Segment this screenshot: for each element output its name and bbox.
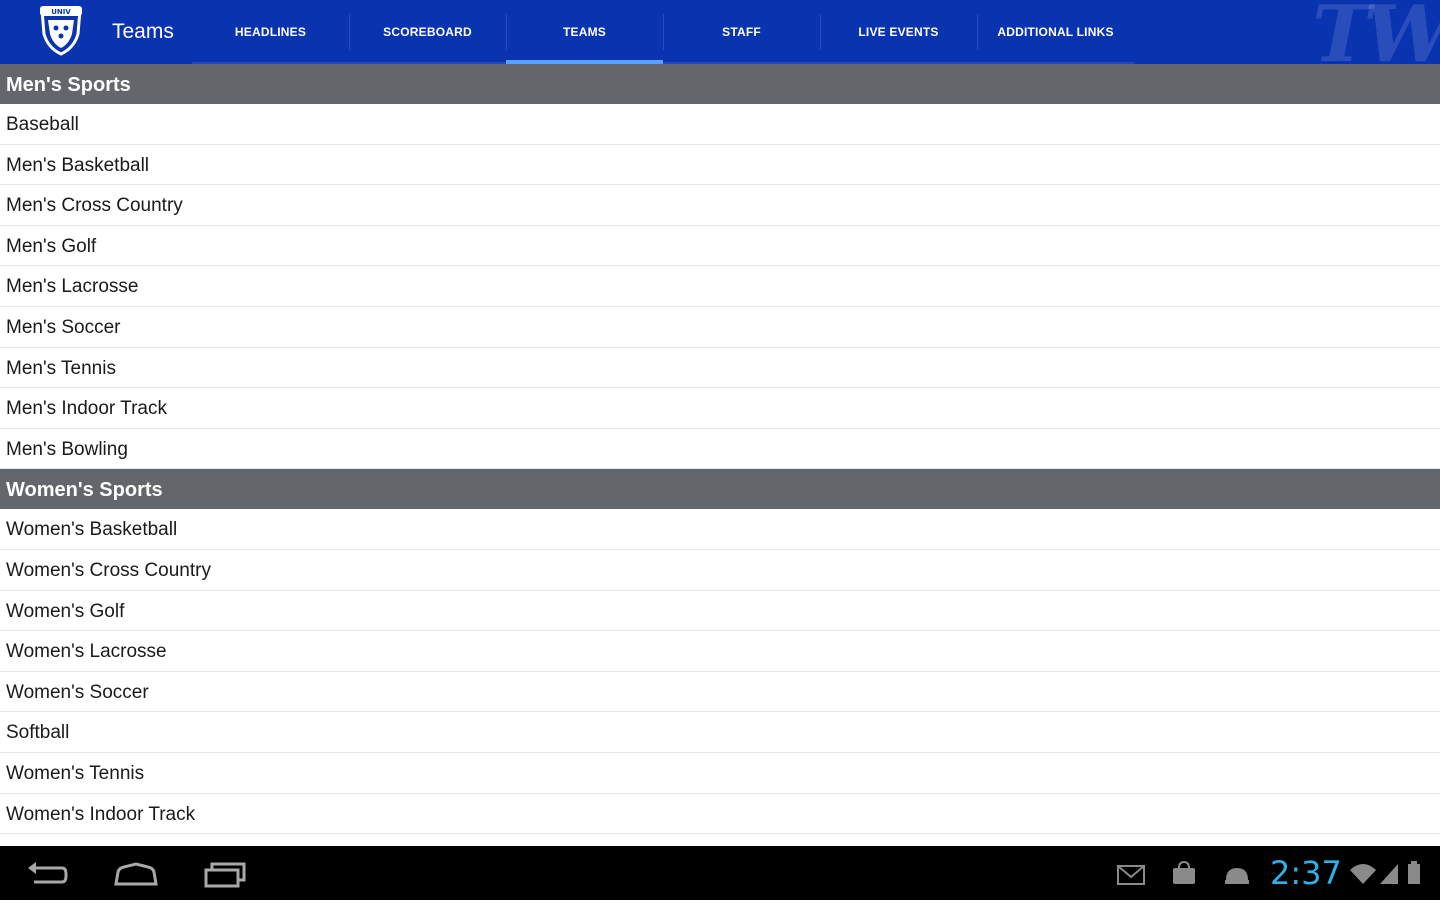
system-navigation-bar: 2:37 bbox=[0, 846, 1440, 900]
tab-additional-links[interactable]: ADDITIONAL LINKS bbox=[977, 0, 1134, 64]
android-notification-icon bbox=[1222, 846, 1252, 900]
list-item[interactable]: Women's Lacrosse bbox=[0, 631, 1440, 672]
list-item[interactable]: Men's Lacrosse bbox=[0, 266, 1440, 307]
list-item[interactable]: Men's Cross Country bbox=[0, 185, 1440, 226]
tab-label: STAFF bbox=[722, 25, 761, 39]
svg-text:UNIV: UNIV bbox=[51, 8, 71, 16]
tab-live-events[interactable]: LIVE EVENTS bbox=[820, 0, 977, 64]
tab-staff[interactable]: STAFF bbox=[663, 0, 820, 64]
tab-teams[interactable]: TEAMS bbox=[506, 0, 663, 64]
list-item[interactable]: Women's Basketball bbox=[0, 509, 1440, 550]
section-header-mens-sports: Men's Sports bbox=[0, 64, 1440, 104]
tab-label: SCOREBOARD bbox=[383, 25, 472, 39]
status-clock: 2:37 bbox=[1270, 854, 1342, 892]
list-item[interactable]: Men's Tennis bbox=[0, 348, 1440, 389]
battery-icon bbox=[1404, 846, 1424, 900]
back-icon[interactable] bbox=[14, 854, 78, 892]
school-crest-logo-icon[interactable]: UNIV bbox=[34, 4, 88, 58]
list-item[interactable]: Men's Golf bbox=[0, 226, 1440, 267]
signal-icon bbox=[1378, 846, 1400, 900]
tw-watermark-icon: TW bbox=[1312, 0, 1440, 64]
tab-bar: HEADLINES SCOREBOARD TEAMS STAFF LIVE EV… bbox=[192, 0, 1134, 64]
home-icon[interactable] bbox=[104, 854, 168, 892]
list-item[interactable]: Men's Indoor Track bbox=[0, 388, 1440, 429]
list-item[interactable]: Women's Golf bbox=[0, 591, 1440, 632]
list-item[interactable]: Women's Tennis bbox=[0, 753, 1440, 794]
list-item[interactable]: Women's Indoor Track bbox=[0, 794, 1440, 835]
app-title: Teams bbox=[112, 20, 174, 43]
tab-label: TEAMS bbox=[563, 25, 606, 39]
tab-label: ADDITIONAL LINKS bbox=[997, 25, 1114, 39]
gmail-notification-icon bbox=[1116, 846, 1146, 900]
list-item[interactable]: Softball bbox=[0, 712, 1440, 753]
list-item[interactable]: Men's Bowling bbox=[0, 429, 1440, 470]
tab-label: LIVE EVENTS bbox=[858, 25, 939, 39]
list-item[interactable]: Women's Cross Country bbox=[0, 550, 1440, 591]
list-item[interactable]: Baseball bbox=[0, 104, 1440, 145]
action-bar: UNIV Teams HEADLINES SCOREBOARD TEAMS ST… bbox=[0, 0, 1440, 64]
list-item[interactable]: Men's Basketball bbox=[0, 145, 1440, 186]
recent-apps-icon[interactable] bbox=[194, 854, 258, 892]
teams-list: Men's Sports Baseball Men's Basketball M… bbox=[0, 64, 1440, 846]
tab-headlines[interactable]: HEADLINES bbox=[192, 0, 349, 64]
tab-scoreboard[interactable]: SCOREBOARD bbox=[349, 0, 506, 64]
wifi-icon bbox=[1348, 846, 1378, 900]
list-item[interactable]: Women's Soccer bbox=[0, 672, 1440, 713]
tab-label: HEADLINES bbox=[234, 25, 307, 39]
section-header-womens-sports: Women's Sports bbox=[0, 469, 1440, 510]
list-item[interactable]: Men's Soccer bbox=[0, 307, 1440, 348]
market-notification-icon bbox=[1170, 846, 1198, 900]
